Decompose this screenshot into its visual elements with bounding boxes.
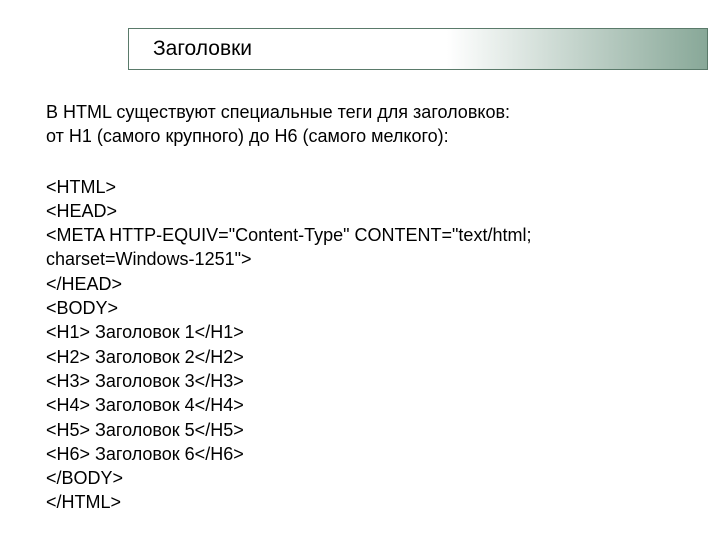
code-line: <HTML> <box>46 175 674 199</box>
title-bar: Заголовки <box>128 28 708 70</box>
code-line: </HTML> <box>46 490 674 514</box>
code-line: <H2> Заголовок 2</H2> <box>46 345 674 369</box>
description-text: В HTML существуют специальные теги для з… <box>46 100 674 149</box>
description-line: от Н1 (самого крупного) до Н6 (самого ме… <box>46 126 449 146</box>
code-line: <HEAD> <box>46 199 674 223</box>
code-line: <H3> Заголовок 3</H3> <box>46 369 674 393</box>
code-line: <BODY> <box>46 296 674 320</box>
code-line: <H5> Заголовок 5</H5> <box>46 418 674 442</box>
code-line: <META HTTP-EQUIV="Content-Type" CONTENT=… <box>46 223 674 247</box>
description-line: В HTML существуют специальные теги для з… <box>46 102 510 122</box>
page-title: Заголовки <box>153 37 252 61</box>
code-line: <H4> Заголовок 4</H4> <box>46 393 674 417</box>
code-line: <H1> Заголовок 1</H1> <box>46 320 674 344</box>
content-area: В HTML существуют специальные теги для з… <box>46 100 674 515</box>
code-line: </BODY> <box>46 466 674 490</box>
code-line: charset=Windows-1251"> <box>46 247 674 271</box>
code-line: <H6> Заголовок 6</H6> <box>46 442 674 466</box>
code-example: <HTML> <HEAD> <META HTTP-EQUIV="Content-… <box>46 175 674 515</box>
code-line: </HEAD> <box>46 272 674 296</box>
